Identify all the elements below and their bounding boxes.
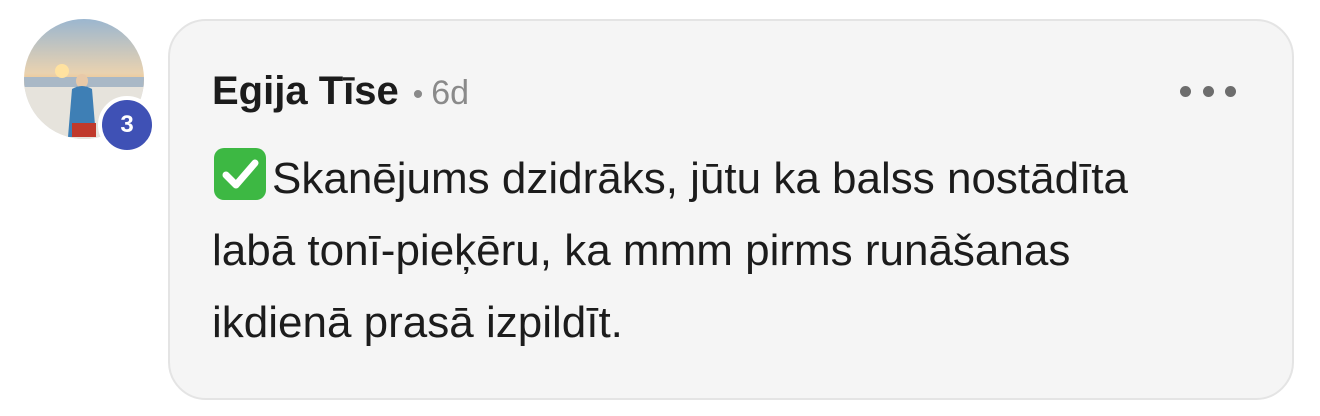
comment-bubble: Egija Tīse • 6d Skanējums dzidrāks, jūtu… <box>168 19 1294 400</box>
more-horizontal-icon <box>1225 85 1236 97</box>
check-mark-button-icon <box>214 148 266 200</box>
comment-text: Skanējums dzidrāks, jūtu ka balss nostād… <box>212 143 1252 359</box>
avatar-container[interactable]: 3 <box>24 19 156 154</box>
more-options-button[interactable] <box>1180 76 1236 106</box>
separator-dot: • <box>412 78 424 111</box>
comment-text-line-3: ikdienā prasā izpildīt. <box>212 298 623 347</box>
comment-header: Egija Tīse • 6d <box>212 69 469 114</box>
comment-text-line-1: Skanējums dzidrāks, jūtu ka balss nostād… <box>272 154 1129 203</box>
timestamp[interactable]: 6d <box>431 74 469 113</box>
author-name[interactable]: Egija Tīse <box>212 69 399 114</box>
comment-text-line-2: labā tonī-pieķēru, ka mmm pirms runāšana… <box>212 226 1071 275</box>
comment-row: 3 Egija Tīse • 6d Skanējums dzidrāks, jū… <box>0 0 1320 416</box>
more-horizontal-icon <box>1202 85 1214 97</box>
notification-badge: 3 <box>98 96 156 154</box>
more-horizontal-icon <box>1180 85 1191 97</box>
